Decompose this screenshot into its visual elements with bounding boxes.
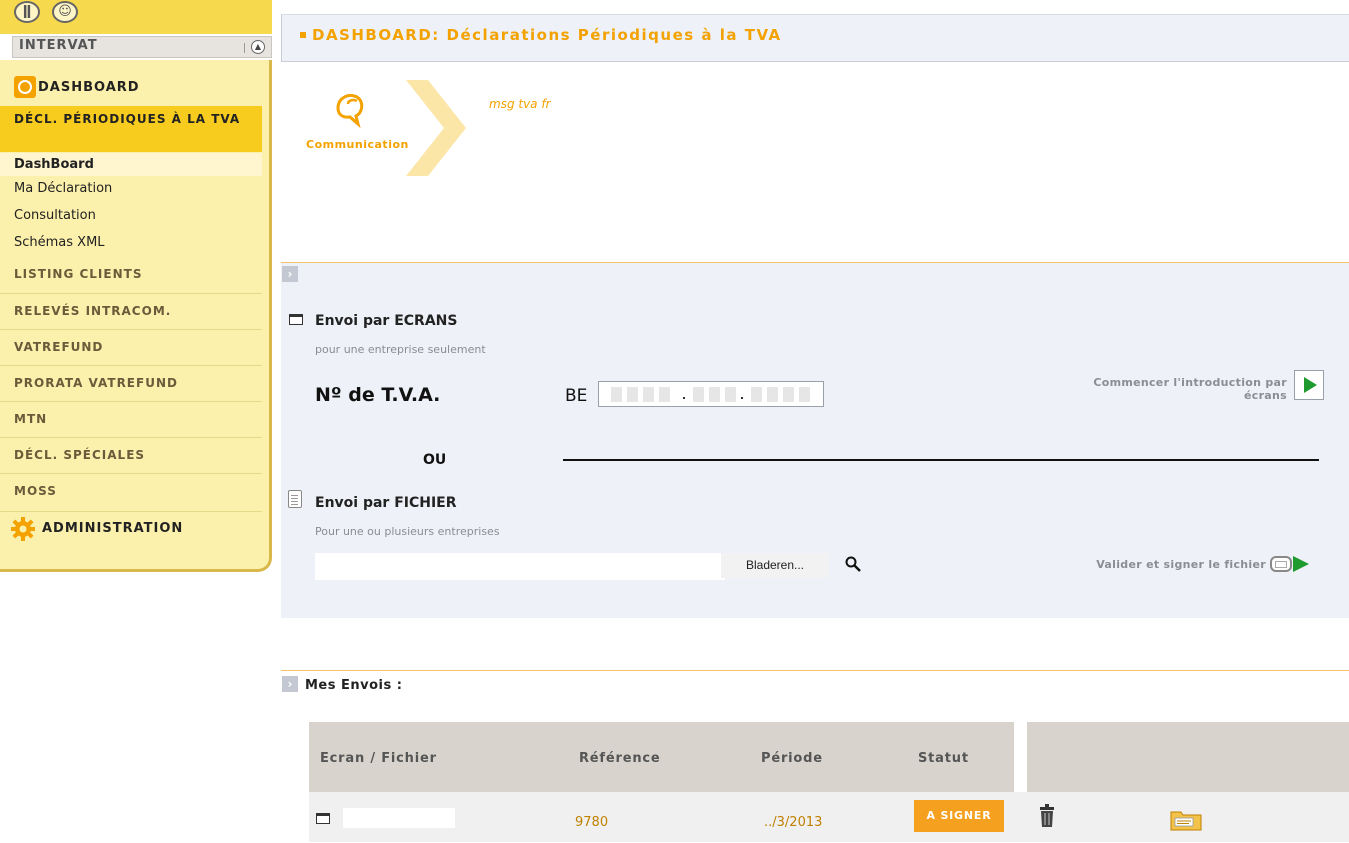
- column-header[interactable]: Ecran / Fichier: [320, 751, 437, 766]
- table-header-actions: [1027, 722, 1349, 792]
- digit-cell: [751, 387, 762, 402]
- gear-icon: [11, 517, 35, 541]
- start-label-line2: écrans: [1243, 389, 1287, 402]
- screen-icon: [316, 813, 330, 824]
- start-ecrans-button[interactable]: [1294, 370, 1324, 400]
- sidebar-item-dashboard[interactable]: DASHBOARD: [0, 72, 262, 104]
- divider: [244, 43, 245, 53]
- subitem-label: DashBoard: [14, 157, 94, 172]
- trash-icon[interactable]: [1039, 804, 1055, 828]
- ecrans-title: Envoi par ECRANS: [315, 313, 458, 329]
- folder-icon[interactable]: [1169, 808, 1203, 832]
- row-filename: [343, 808, 455, 828]
- column-header[interactable]: Référence: [579, 751, 661, 766]
- sidebar-item-moss[interactable]: MOSS: [0, 473, 262, 510]
- row-reference: 9780: [575, 815, 609, 830]
- start-label-line1: Commencer l'introduction par: [1093, 376, 1287, 389]
- start-ecrans-label[interactable]: Commencer l'introduction par écrans: [990, 376, 1287, 402]
- subitem-schemas-xml[interactable]: Schémas XML: [14, 235, 105, 250]
- subitem-dashboard[interactable]: DashBoard: [0, 153, 262, 176]
- sidebar-item-administration[interactable]: ADMINISTRATION: [0, 511, 262, 548]
- tva-prefix: BE: [565, 386, 588, 406]
- sidebar-top-bar: ǁ ☺: [0, 0, 272, 34]
- fichier-subtitle: Pour une ou plusieurs entreprises: [315, 525, 500, 538]
- sidebar-item-label: LISTING CLIENTS: [14, 267, 143, 281]
- sidebar-item-label: ADMINISTRATION: [42, 521, 184, 536]
- app-name: INTERVAT: [19, 38, 98, 53]
- search-icon[interactable]: [845, 556, 861, 572]
- chat-bubble-icon: [336, 94, 364, 128]
- tva-label: Nº de T.V.A.: [315, 384, 441, 406]
- sidebar-item-vatrefund[interactable]: VATREFUND: [0, 329, 262, 366]
- digit-cell: [767, 387, 778, 402]
- digit-cell: [709, 387, 720, 402]
- digit-cell: [693, 387, 704, 402]
- digit-cell: [799, 387, 810, 402]
- sidebar-item-label: RELEVÉS INTRACOM.: [14, 304, 172, 318]
- sidebar-item-label: MTN: [14, 412, 48, 426]
- validate-sign-label[interactable]: Valider et signer le fichier: [990, 558, 1266, 571]
- digit-cell: [783, 387, 794, 402]
- subitem-ma-declaration[interactable]: Ma Déclaration: [14, 181, 112, 196]
- sidebar-item-decl-periodiques[interactable]: DÉCL. PÉRIODIQUES À LA TVA: [0, 106, 262, 152]
- sidebar-item-prorata-vatrefund[interactable]: PRORATA VATREFUND: [0, 365, 262, 402]
- validate-play-icon[interactable]: [1293, 556, 1309, 572]
- user-icon[interactable]: ☺: [52, 1, 78, 23]
- dashboard-icon: [14, 76, 36, 98]
- info-icon[interactable]: ǁ: [14, 1, 40, 23]
- ecrans-subtitle: pour une entreprise seulement: [315, 343, 486, 356]
- column-header[interactable]: Période: [761, 751, 823, 766]
- digit-cell: [627, 387, 638, 402]
- screen-icon: [289, 314, 303, 325]
- sidebar-item-releves-intracom[interactable]: RELEVÉS INTRACOM.: [0, 293, 262, 330]
- subitem-consultation[interactable]: Consultation: [14, 208, 96, 223]
- sidebar-item-label: PRORATA VATREFUND: [14, 376, 178, 390]
- sidebar-item-mtn[interactable]: MTN: [0, 401, 262, 438]
- digit-cell: [611, 387, 622, 402]
- sign-card-icon[interactable]: [1270, 556, 1292, 572]
- file-path-input[interactable]: [315, 553, 725, 580]
- row-periode: ../3/2013: [764, 815, 823, 830]
- communication-widget[interactable]: Communication: [290, 80, 480, 180]
- expand-arrow-icon[interactable]: ›: [282, 266, 298, 282]
- mes-envois-title: Mes Envois :: [305, 678, 403, 693]
- sidebar-item-label: DÉCL. PÉRIODIQUES À LA TVA: [14, 112, 241, 126]
- status-badge[interactable]: A SIGNER: [914, 800, 1004, 832]
- digit-cell: [725, 387, 736, 402]
- ou-separator-label: OU: [423, 452, 447, 468]
- digit-cell: [659, 387, 670, 402]
- fichier-title: Envoi par FICHIER: [315, 495, 457, 511]
- page-title: DASHBOARD: Déclarations Périodiques à la…: [312, 26, 782, 44]
- chevron-right-icon: [406, 80, 466, 176]
- separator-line: [563, 459, 1319, 461]
- communication-label: Communication: [306, 138, 409, 151]
- page-header: DASHBOARD: Déclarations Périodiques à la…: [281, 14, 1349, 62]
- column-header[interactable]: Statut: [918, 751, 969, 766]
- sidebar-item-decl-speciales[interactable]: DÉCL. SPÉCIALES: [0, 437, 262, 474]
- sidebar-item-label: VATREFUND: [14, 340, 104, 354]
- file-icon: [288, 490, 302, 508]
- browse-button[interactable]: Bladeren...: [721, 553, 829, 578]
- app-header: INTERVAT ▲: [12, 36, 272, 58]
- separator-dot: [741, 397, 743, 399]
- digit-cell: [643, 387, 654, 402]
- collapse-icon[interactable]: ▲: [251, 40, 265, 54]
- sidebar-item-listing-clients[interactable]: LISTING CLIENTS: [0, 257, 262, 293]
- expand-arrow-icon[interactable]: ›: [282, 676, 298, 692]
- communication-message: msg tva fr: [489, 97, 551, 111]
- tva-number-input[interactable]: [598, 381, 824, 407]
- sidebar-item-label: MOSS: [14, 484, 57, 498]
- sidebar-menu: DASHBOARD DÉCL. PÉRIODIQUES À LA TVA Das…: [0, 60, 272, 572]
- sidebar: ǁ ☺ INTERVAT ▲ DASHBOARD DÉCL. PÉRIODIQU…: [0, 0, 272, 572]
- sidebar-item-label: DASHBOARD: [38, 80, 140, 95]
- separator-dot: [683, 397, 685, 399]
- title-bullet: [300, 32, 306, 38]
- sidebar-item-label: DÉCL. SPÉCIALES: [14, 448, 146, 462]
